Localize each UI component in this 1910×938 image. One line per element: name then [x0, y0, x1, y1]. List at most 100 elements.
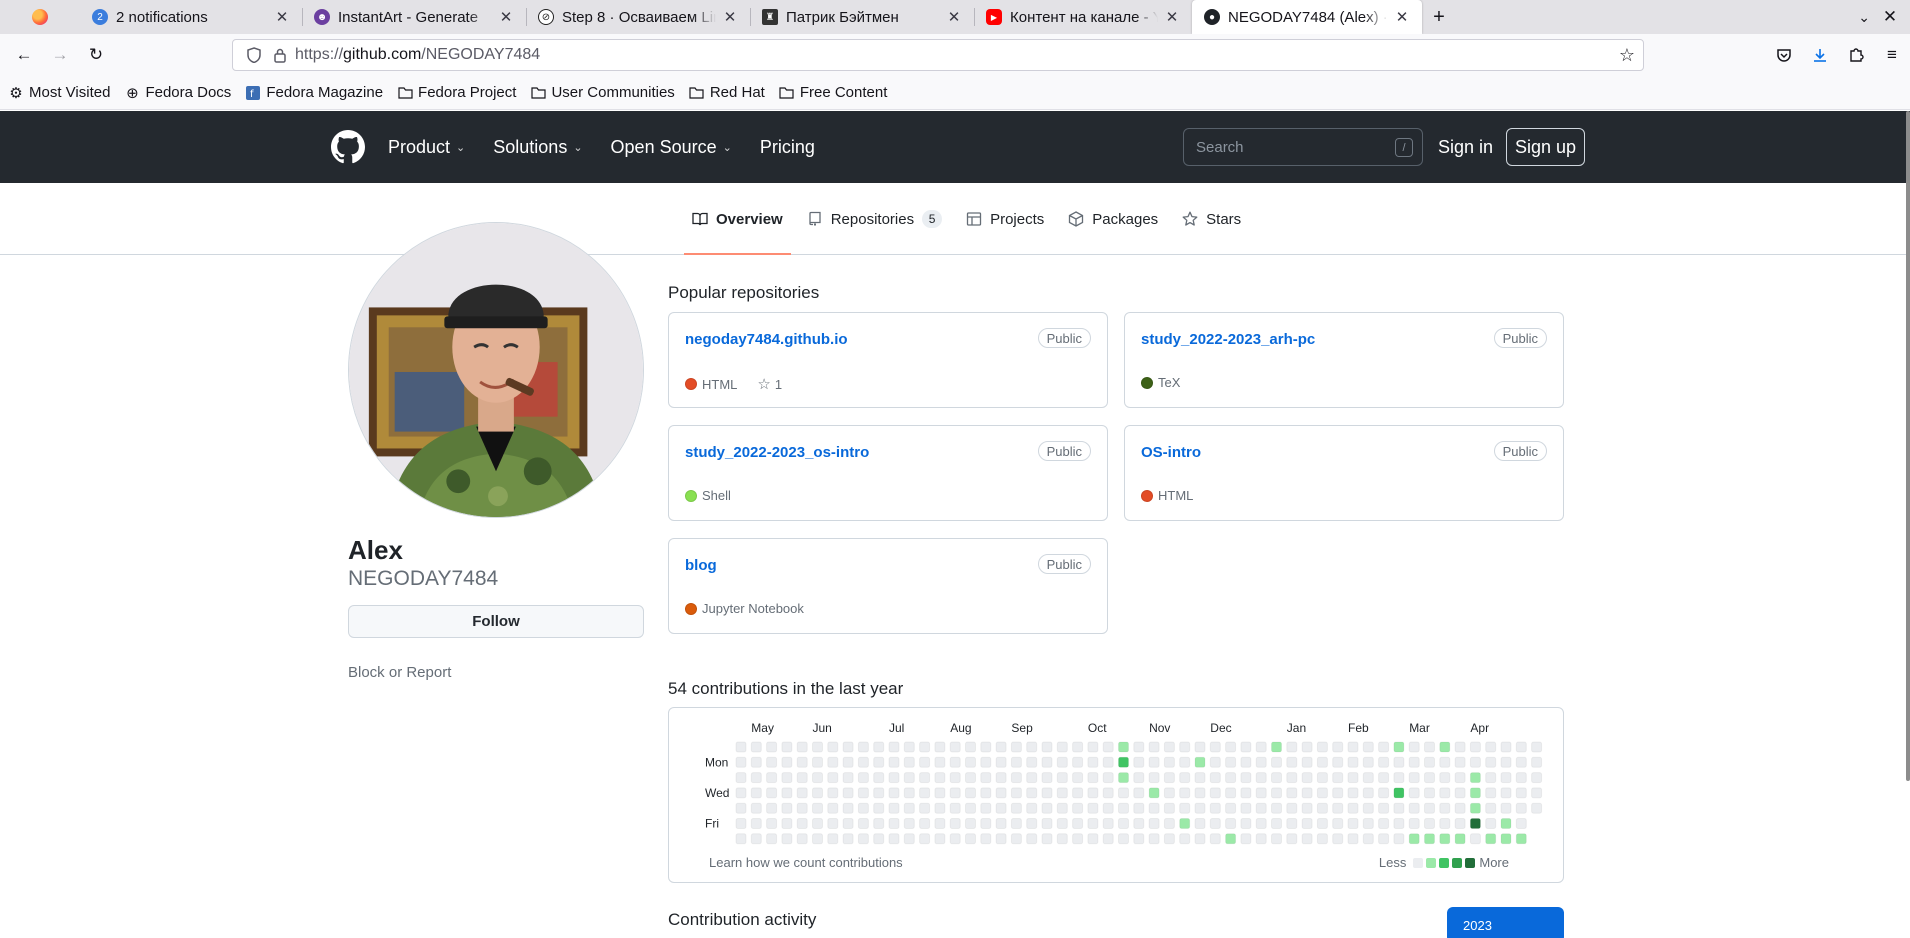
contribution-day[interactable]: [1179, 756, 1191, 768]
contribution-day[interactable]: [1026, 833, 1038, 845]
contribution-day[interactable]: [1424, 756, 1435, 768]
contribution-day[interactable]: [919, 802, 931, 814]
contribution-day[interactable]: [1163, 741, 1175, 753]
browser-tab[interactable]: ♜ Патрик Бэйтмен ✕: [750, 0, 974, 34]
contribution-day[interactable]: [980, 772, 992, 784]
contribution-day[interactable]: [750, 741, 762, 753]
contribution-day[interactable]: [1194, 772, 1206, 784]
contribution-day[interactable]: [888, 802, 900, 814]
contribution-day[interactable]: [1439, 833, 1451, 845]
contribution-day[interactable]: [1056, 787, 1068, 799]
repo-stars-link[interactable]: ☆ 1: [757, 375, 782, 393]
contribution-day[interactable]: [995, 818, 1007, 829]
contribution-day[interactable]: [980, 756, 992, 768]
contribution-day[interactable]: [1393, 756, 1405, 768]
contribution-day[interactable]: [1515, 787, 1527, 799]
contribution-day[interactable]: [1072, 787, 1084, 799]
contribution-day[interactable]: [842, 833, 854, 845]
contribution-day[interactable]: [1010, 818, 1022, 829]
contribution-day[interactable]: [1347, 833, 1359, 845]
contribution-day[interactable]: [827, 772, 839, 784]
contribution-day[interactable]: [965, 772, 976, 784]
page-scrollbar[interactable]: [1906, 111, 1910, 781]
contribution-day[interactable]: [1531, 802, 1543, 814]
contribution-day[interactable]: [1515, 756, 1527, 768]
contribution-day[interactable]: [1469, 741, 1481, 753]
contribution-day[interactable]: [1225, 787, 1237, 799]
contribution-day[interactable]: [980, 818, 992, 829]
extensions-button[interactable]: [1838, 39, 1874, 71]
menu-open-source[interactable]: Open Source ⌄: [611, 137, 732, 158]
bookmark-fedora-project[interactable]: Fedora Project: [397, 84, 516, 101]
avatar[interactable]: [348, 222, 644, 518]
contribution-day[interactable]: [1209, 802, 1221, 814]
contribution-day[interactable]: [750, 802, 762, 814]
contribution-day[interactable]: [1240, 772, 1252, 784]
contribution-day[interactable]: [1041, 833, 1053, 845]
contribution-day[interactable]: [949, 818, 961, 829]
repo-link[interactable]: study_2022-2023_arh-pc: [1141, 331, 1315, 348]
contribution-day[interactable]: [1424, 772, 1435, 784]
contribution-day[interactable]: [934, 772, 946, 784]
contribution-day[interactable]: [735, 741, 747, 753]
contribution-day[interactable]: [1286, 802, 1298, 814]
contribution-day[interactable]: [1271, 818, 1282, 829]
contribution-day[interactable]: [1026, 787, 1038, 799]
contribution-day[interactable]: [1469, 772, 1481, 784]
close-icon[interactable]: ✕: [498, 8, 514, 26]
contribution-day[interactable]: [1194, 787, 1206, 799]
contribution-day[interactable]: [1072, 772, 1084, 784]
contribution-day[interactable]: [1439, 818, 1451, 829]
pocket-button[interactable]: [1766, 39, 1802, 71]
contribution-day[interactable]: [1133, 787, 1145, 799]
contribution-day[interactable]: [812, 787, 823, 799]
contribution-day[interactable]: [766, 833, 778, 845]
contribution-day[interactable]: [1393, 833, 1405, 845]
contribution-day[interactable]: [965, 756, 976, 768]
contribution-day[interactable]: [1056, 741, 1068, 753]
contribution-day[interactable]: [1271, 756, 1282, 768]
contribution-day[interactable]: [1347, 756, 1359, 768]
contribution-day[interactable]: [1393, 787, 1405, 799]
bookmark-fedora-docs[interactable]: ⊕ Fedora Docs: [124, 84, 231, 102]
bookmark-free-content[interactable]: Free Content: [779, 84, 887, 101]
contribution-day[interactable]: [1439, 741, 1451, 753]
contribution-day[interactable]: [1072, 818, 1084, 829]
reload-button[interactable]: ↻: [78, 39, 114, 71]
menu-pricing[interactable]: Pricing: [760, 137, 815, 158]
contribution-day[interactable]: [1500, 833, 1512, 845]
contribution-day[interactable]: [965, 833, 976, 845]
contribution-day[interactable]: [1316, 741, 1328, 753]
contribution-day[interactable]: [949, 787, 961, 799]
contribution-day[interactable]: [1072, 802, 1084, 814]
year-2023-button[interactable]: 2023: [1447, 907, 1564, 938]
contribution-day[interactable]: [1485, 787, 1497, 799]
contribution-day[interactable]: [1010, 756, 1022, 768]
contribution-day[interactable]: [1102, 787, 1114, 799]
contribution-day[interactable]: [827, 833, 839, 845]
contribution-day[interactable]: [842, 787, 854, 799]
contribution-day[interactable]: [1194, 802, 1206, 814]
contribution-day[interactable]: [888, 741, 900, 753]
contribution-day[interactable]: [1347, 772, 1359, 784]
bookmark-red-hat[interactable]: Red Hat: [689, 84, 765, 101]
contribution-day[interactable]: [1102, 756, 1114, 768]
contribution-day[interactable]: [857, 756, 869, 768]
contribution-day[interactable]: [1041, 772, 1053, 784]
contribution-day[interactable]: [735, 787, 747, 799]
contribution-day[interactable]: [812, 802, 823, 814]
contribution-day[interactable]: [1209, 818, 1221, 829]
contribution-day[interactable]: [1286, 833, 1298, 845]
contribution-day[interactable]: [1240, 741, 1252, 753]
contribution-day[interactable]: [1286, 756, 1298, 768]
contribution-day[interactable]: [1378, 756, 1390, 768]
contribution-day[interactable]: [1408, 802, 1420, 814]
contribution-day[interactable]: [1347, 787, 1359, 799]
contribution-day[interactable]: [873, 818, 885, 829]
contribution-day[interactable]: [781, 802, 793, 814]
contribution-day[interactable]: [796, 818, 808, 829]
contribution-day[interactable]: [1485, 833, 1497, 845]
close-icon[interactable]: ✕: [946, 8, 962, 26]
contribution-day[interactable]: [1102, 833, 1114, 845]
contribution-day[interactable]: [1332, 741, 1344, 753]
